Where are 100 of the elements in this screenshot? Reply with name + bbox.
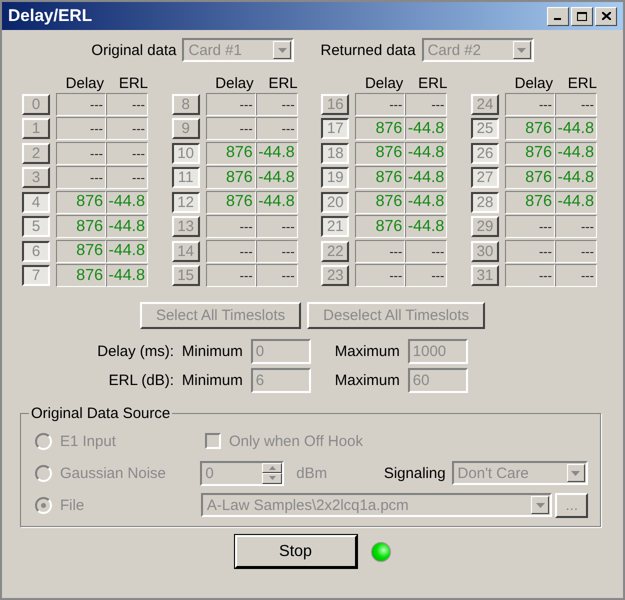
radio-label: File [60, 496, 84, 514]
delay-cell: 876 [504, 117, 555, 140]
card-dropdown[interactable]: Card #2 [422, 38, 534, 62]
delay-cell: --- [504, 264, 555, 288]
minimum-field[interactable]: 0 [250, 339, 311, 364]
erl-cell: --- [106, 117, 148, 140]
erl-cell: --- [256, 92, 298, 116]
maximum-field[interactable]: 1000 [408, 339, 468, 364]
timeslot-button[interactable]: 31 [470, 265, 499, 286]
delay-cell: --- [504, 215, 555, 238]
timeslot-button[interactable]: 4 [22, 192, 50, 213]
erl-cell: -44.8 [405, 142, 448, 165]
timeslot-button[interactable]: 9 [172, 118, 200, 140]
erl-cell: --- [554, 215, 597, 238]
minimum-label: Minimum [182, 372, 243, 389]
delay-cell: 876 [355, 215, 406, 238]
timeslot-action-button[interactable]: Select All Timeslots [140, 302, 302, 329]
delay-cell: 876 [504, 166, 555, 190]
timeslot-button[interactable]: 30 [470, 240, 499, 262]
erl-cell: --- [554, 240, 597, 263]
delay-cell: --- [206, 117, 256, 140]
delay-cell: --- [56, 92, 106, 116]
timeslot-button[interactable]: 25 [470, 118, 499, 140]
timeslot-button[interactable]: 15 [172, 265, 200, 286]
delay-cell: 876 [355, 166, 406, 190]
delay-cell: --- [504, 92, 555, 116]
timeslot-button[interactable]: 14 [172, 240, 200, 262]
signaling-label: Signaling [384, 464, 446, 482]
timeslot-button[interactable]: 28 [470, 192, 499, 213]
erl-cell: --- [256, 240, 298, 263]
erl-cell: --- [405, 92, 448, 116]
delay-cell: --- [355, 92, 406, 116]
timeslot-button[interactable]: 6 [22, 240, 50, 262]
timeslot-button[interactable]: 11 [172, 167, 200, 188]
timeslot-button[interactable]: 13 [172, 216, 200, 238]
timeslot-button[interactable]: 17 [321, 118, 350, 140]
maximum-field[interactable]: 60 [408, 368, 468, 393]
erl-cell: -44.8 [256, 142, 298, 165]
erl-cell: -44.8 [405, 117, 448, 140]
maximum-label: Maximum [334, 372, 400, 389]
erl-cell: --- [405, 264, 448, 288]
column-header: ERL [417, 74, 448, 92]
erl-cell: -44.8 [405, 190, 448, 214]
timeslot-button[interactable]: 1 [22, 118, 50, 140]
radio-label: Gaussian Noise [60, 464, 166, 482]
timeslot-button[interactable]: 5 [22, 216, 50, 238]
erl-cell: -44.8 [554, 117, 597, 140]
delay-cell: 876 [56, 264, 106, 288]
delay-cell: --- [56, 166, 106, 190]
file-dropdown[interactable]: A-Law Samples\2x2lcq1a.pcm [200, 493, 552, 517]
delay-cell: 876 [504, 142, 555, 165]
card-dropdown[interactable]: Card #1 [182, 38, 294, 62]
timeslot-button[interactable]: 23 [321, 265, 350, 286]
delay-cell: --- [206, 240, 256, 263]
window-title: Delay/ERL [8, 6, 92, 26]
erl-cell: --- [256, 215, 298, 238]
erl-cell: --- [405, 240, 448, 263]
timeslot-button[interactable]: 22 [321, 240, 350, 262]
column-header: ERL [566, 74, 597, 92]
delay-cell: 876 [355, 142, 406, 165]
timeslot-button[interactable]: 7 [22, 265, 50, 286]
delay-cell: --- [355, 264, 406, 288]
timeslot-button[interactable]: 16 [321, 94, 350, 115]
delay-cell: 876 [206, 142, 256, 165]
timeslot-button[interactable]: 26 [470, 142, 499, 164]
delay-cell: 876 [56, 190, 106, 214]
erl-cell: --- [554, 92, 597, 116]
stop-button[interactable]: Stop [234, 535, 356, 568]
erl-cell: -44.8 [256, 190, 298, 214]
limit-label: ERL (dB): [108, 372, 174, 389]
timeslot-button[interactable]: 24 [470, 94, 499, 115]
signaling-dropdown[interactable]: Don't Care [452, 461, 588, 485]
column-header: Delay [214, 74, 254, 92]
browse-button[interactable]: ... [555, 492, 588, 518]
erl-cell: -44.8 [405, 215, 448, 238]
delay-cell: 876 [206, 190, 256, 214]
timeslot-button[interactable]: 29 [470, 216, 499, 238]
timeslot-button[interactable]: 3 [22, 167, 50, 188]
timeslot-button[interactable]: 12 [172, 192, 200, 213]
timeslot-button[interactable]: 19 [321, 167, 350, 188]
timeslot-button[interactable]: 27 [470, 167, 499, 188]
delay-cell: --- [56, 117, 106, 140]
erl-cell: --- [106, 92, 148, 116]
timeslot-button[interactable]: 2 [22, 142, 50, 164]
erl-cell: -44.8 [106, 215, 148, 238]
timeslot-button[interactable]: 0 [22, 94, 50, 115]
timeslot-button[interactable]: 20 [321, 192, 350, 213]
timeslot-button[interactable]: 10 [172, 142, 200, 164]
maximum-label: Maximum [334, 343, 400, 360]
timeslot-button[interactable]: 21 [321, 216, 350, 238]
column-header: ERL [267, 74, 298, 92]
timeslot-button[interactable]: 18 [321, 142, 350, 164]
limit-label: Delay (ms): [97, 343, 174, 360]
timeslot-button[interactable]: 8 [172, 94, 200, 115]
noise-spinbox[interactable]: 0 [200, 460, 284, 486]
delay-cell: 876 [355, 117, 406, 140]
minimum-field[interactable]: 6 [250, 368, 311, 393]
column-header: ERL [118, 74, 148, 92]
timeslot-action-button[interactable]: Deselect All Timeslots [307, 302, 486, 329]
erl-cell: -44.8 [106, 264, 148, 288]
